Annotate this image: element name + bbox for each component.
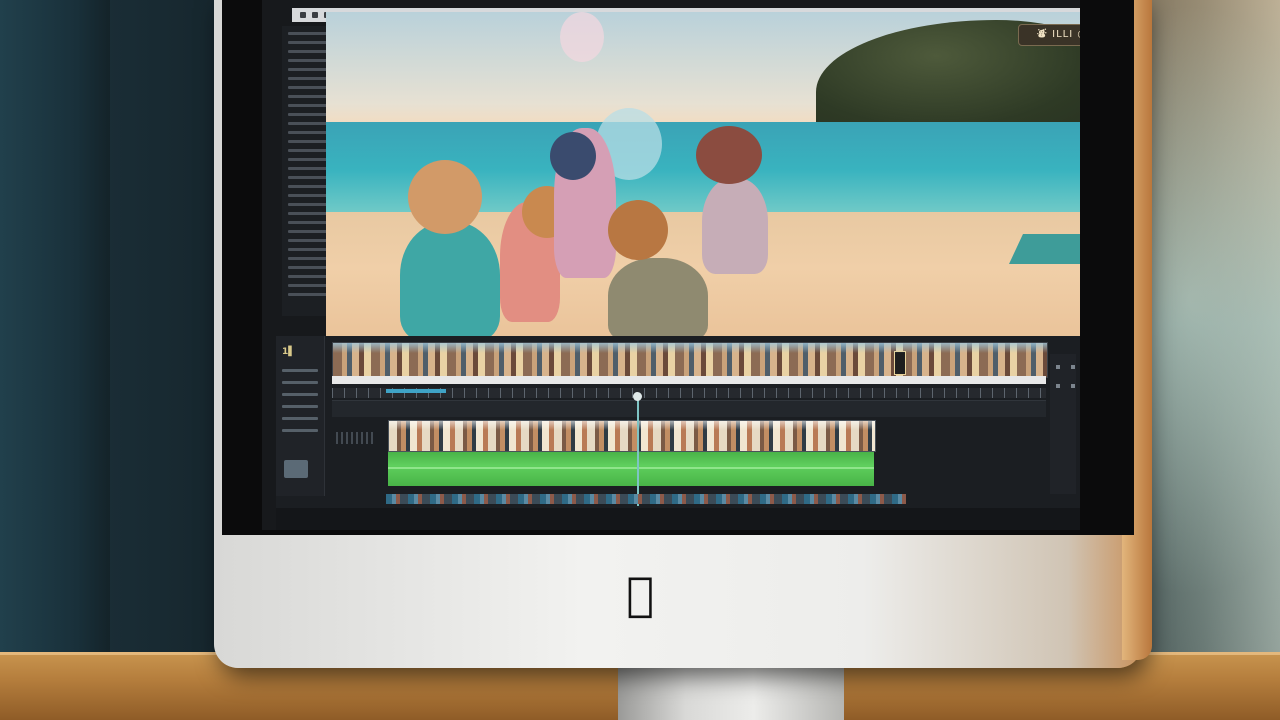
child-figure (400, 222, 500, 340)
room-background: ⛇ ILLI ◎ ▣ 1▌ (0, 0, 1280, 720)
browser-item[interactable] (288, 86, 328, 89)
in-out-range[interactable] (386, 389, 446, 393)
browser-item[interactable] (288, 32, 328, 35)
browser-item[interactable] (288, 95, 328, 98)
browser-item[interactable] (288, 122, 328, 125)
zoom-controls[interactable] (1050, 354, 1076, 494)
track-control[interactable] (282, 393, 318, 396)
timeline-ruler[interactable] (332, 376, 1046, 384)
overview-filmstrip[interactable] (332, 342, 1048, 378)
track-control[interactable] (282, 417, 318, 420)
screen-bezel: ⛇ ILLI ◎ ▣ 1▌ (222, 0, 1134, 535)
browser-item[interactable] (288, 131, 328, 134)
browser-item[interactable] (288, 284, 328, 287)
browser-item[interactable] (288, 266, 328, 269)
timeline-panel[interactable]: 1▌ (276, 336, 1080, 530)
track-control[interactable] (282, 369, 318, 372)
browser-item[interactable] (288, 212, 328, 215)
imac-monitor: ⛇ ILLI ◎ ▣ 1▌ (214, 0, 1152, 668)
video-clip[interactable] (388, 420, 876, 452)
status-bar (276, 508, 1080, 530)
browser-item[interactable] (288, 230, 328, 233)
track-header-panel[interactable]: 1▌ (276, 336, 325, 496)
video-preview[interactable]: ⛇ ILLI ◎ ▣ (326, 12, 1080, 340)
child-figure (608, 258, 708, 340)
skim-icon[interactable] (1071, 384, 1076, 388)
child-figure (702, 178, 768, 274)
adult-head (550, 132, 596, 180)
browser-item[interactable] (288, 149, 328, 152)
zoom-in-icon[interactable] (1056, 365, 1060, 369)
overlay-badge[interactable]: ⛇ ILLI ◎ (1018, 24, 1080, 46)
beach-towel (1009, 234, 1080, 264)
track-grid (336, 432, 376, 444)
child-head (408, 160, 482, 234)
timecode-display: 1▌ (282, 347, 296, 357)
filmstrip-marker[interactable] (894, 351, 906, 375)
browser-item[interactable] (288, 41, 328, 44)
browser-item[interactable] (288, 257, 328, 260)
child-hat (696, 126, 762, 184)
video-editor-screen: ⛇ ILLI ◎ ▣ 1▌ (262, 0, 1080, 530)
browser-item[interactable] (288, 176, 328, 179)
balloon (560, 12, 604, 62)
browser-item[interactable] (288, 194, 328, 197)
child-head (608, 200, 668, 260)
browser-item[interactable] (288, 221, 328, 224)
browser-item[interactable] (288, 293, 328, 296)
browser-item[interactable] (288, 77, 328, 80)
zoom-out-icon[interactable] (1071, 365, 1076, 369)
playhead[interactable] (637, 394, 639, 506)
snap-icon[interactable] (1056, 384, 1060, 388)
browser-item[interactable] (288, 203, 328, 206)
track-control[interactable] (282, 405, 318, 408)
browser-item[interactable] (288, 239, 328, 242)
track-control[interactable] (282, 429, 318, 432)
browser-item[interactable] (288, 185, 328, 188)
browser-item[interactable] (288, 167, 328, 170)
audio-clip[interactable] (388, 452, 874, 486)
storyline-strip[interactable] (386, 494, 906, 504)
browser-item[interactable] (288, 68, 328, 71)
track-control[interactable] (282, 381, 318, 384)
browser-item[interactable] (288, 158, 328, 161)
browser-item[interactable] (288, 113, 328, 116)
browser-item[interactable] (288, 59, 328, 62)
browser-item[interactable] (288, 104, 328, 107)
clip-thumbnail-icon[interactable] (284, 460, 308, 478)
browser-item[interactable] (288, 140, 328, 143)
menu-item[interactable] (312, 12, 318, 18)
browser-item[interactable] (288, 248, 328, 251)
playhead-handle[interactable] (633, 392, 642, 401)
browser-item[interactable] (288, 50, 328, 53)
menu-item[interactable] (300, 12, 306, 18)
track-lane[interactable] (332, 400, 1046, 417)
apple-logo:  (618, 568, 662, 620)
browser-item[interactable] (288, 275, 328, 278)
